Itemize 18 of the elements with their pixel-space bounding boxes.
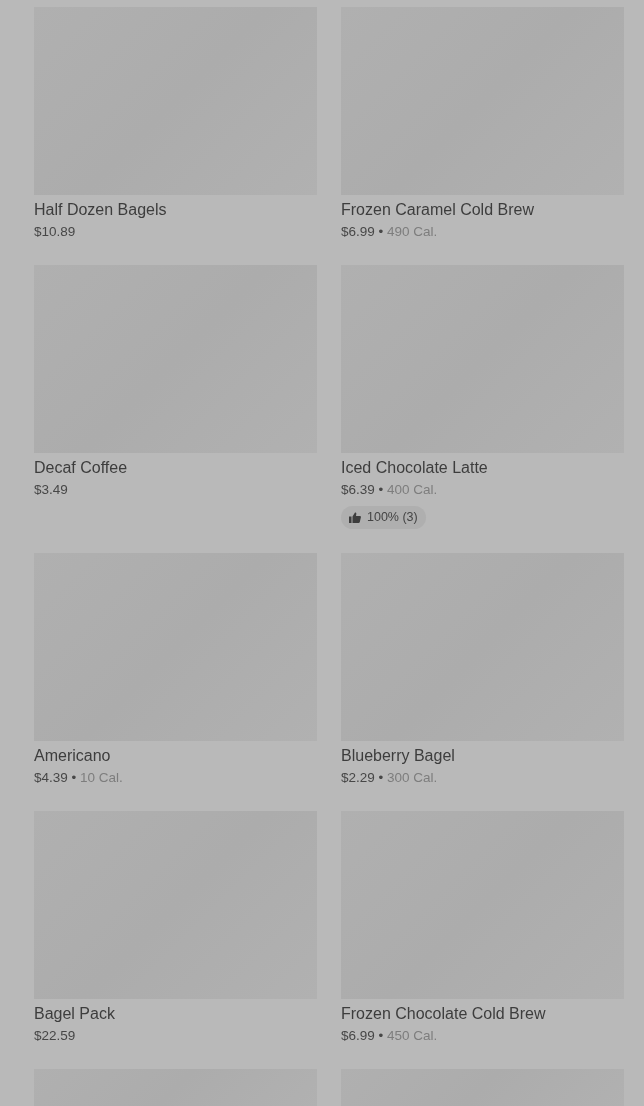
- item-name[interactable]: Frozen Chocolate Cold Brew: [341, 1003, 546, 1024]
- item-price-line: $2.29 • 300 Cal.: [341, 768, 438, 787]
- rating-badge: 100% (3): [341, 506, 426, 529]
- item-name[interactable]: Iced Chocolate Latte: [341, 458, 488, 478]
- item-name[interactable]: Bagel Pack: [34, 1003, 115, 1024]
- item-name[interactable]: Half Dozen Bagels: [34, 200, 167, 220]
- item-name[interactable]: Decaf Coffee: [34, 458, 128, 478]
- item-name[interactable]: Frozen Caramel Cold Brew: [341, 200, 534, 220]
- item-price-line: $22.59: [34, 1026, 76, 1045]
- item-price-line: $4.39 • 10 Cal.: [34, 768, 123, 787]
- item-name[interactable]: Blueberry Bagel: [341, 745, 455, 766]
- item-price-line: $6.39 • 400 Cal.: [341, 481, 438, 499]
- item-name[interactable]: Americano: [34, 745, 111, 766]
- item-price-line: $3.49: [34, 481, 68, 499]
- item-price-line: $6.99 • 450 Cal.: [341, 1026, 438, 1045]
- item-price-line: $10.89: [34, 223, 76, 241]
- item-price-line: $6.99 • 490 Cal.: [341, 223, 438, 241]
- thumbs-up-icon: [349, 511, 361, 523]
